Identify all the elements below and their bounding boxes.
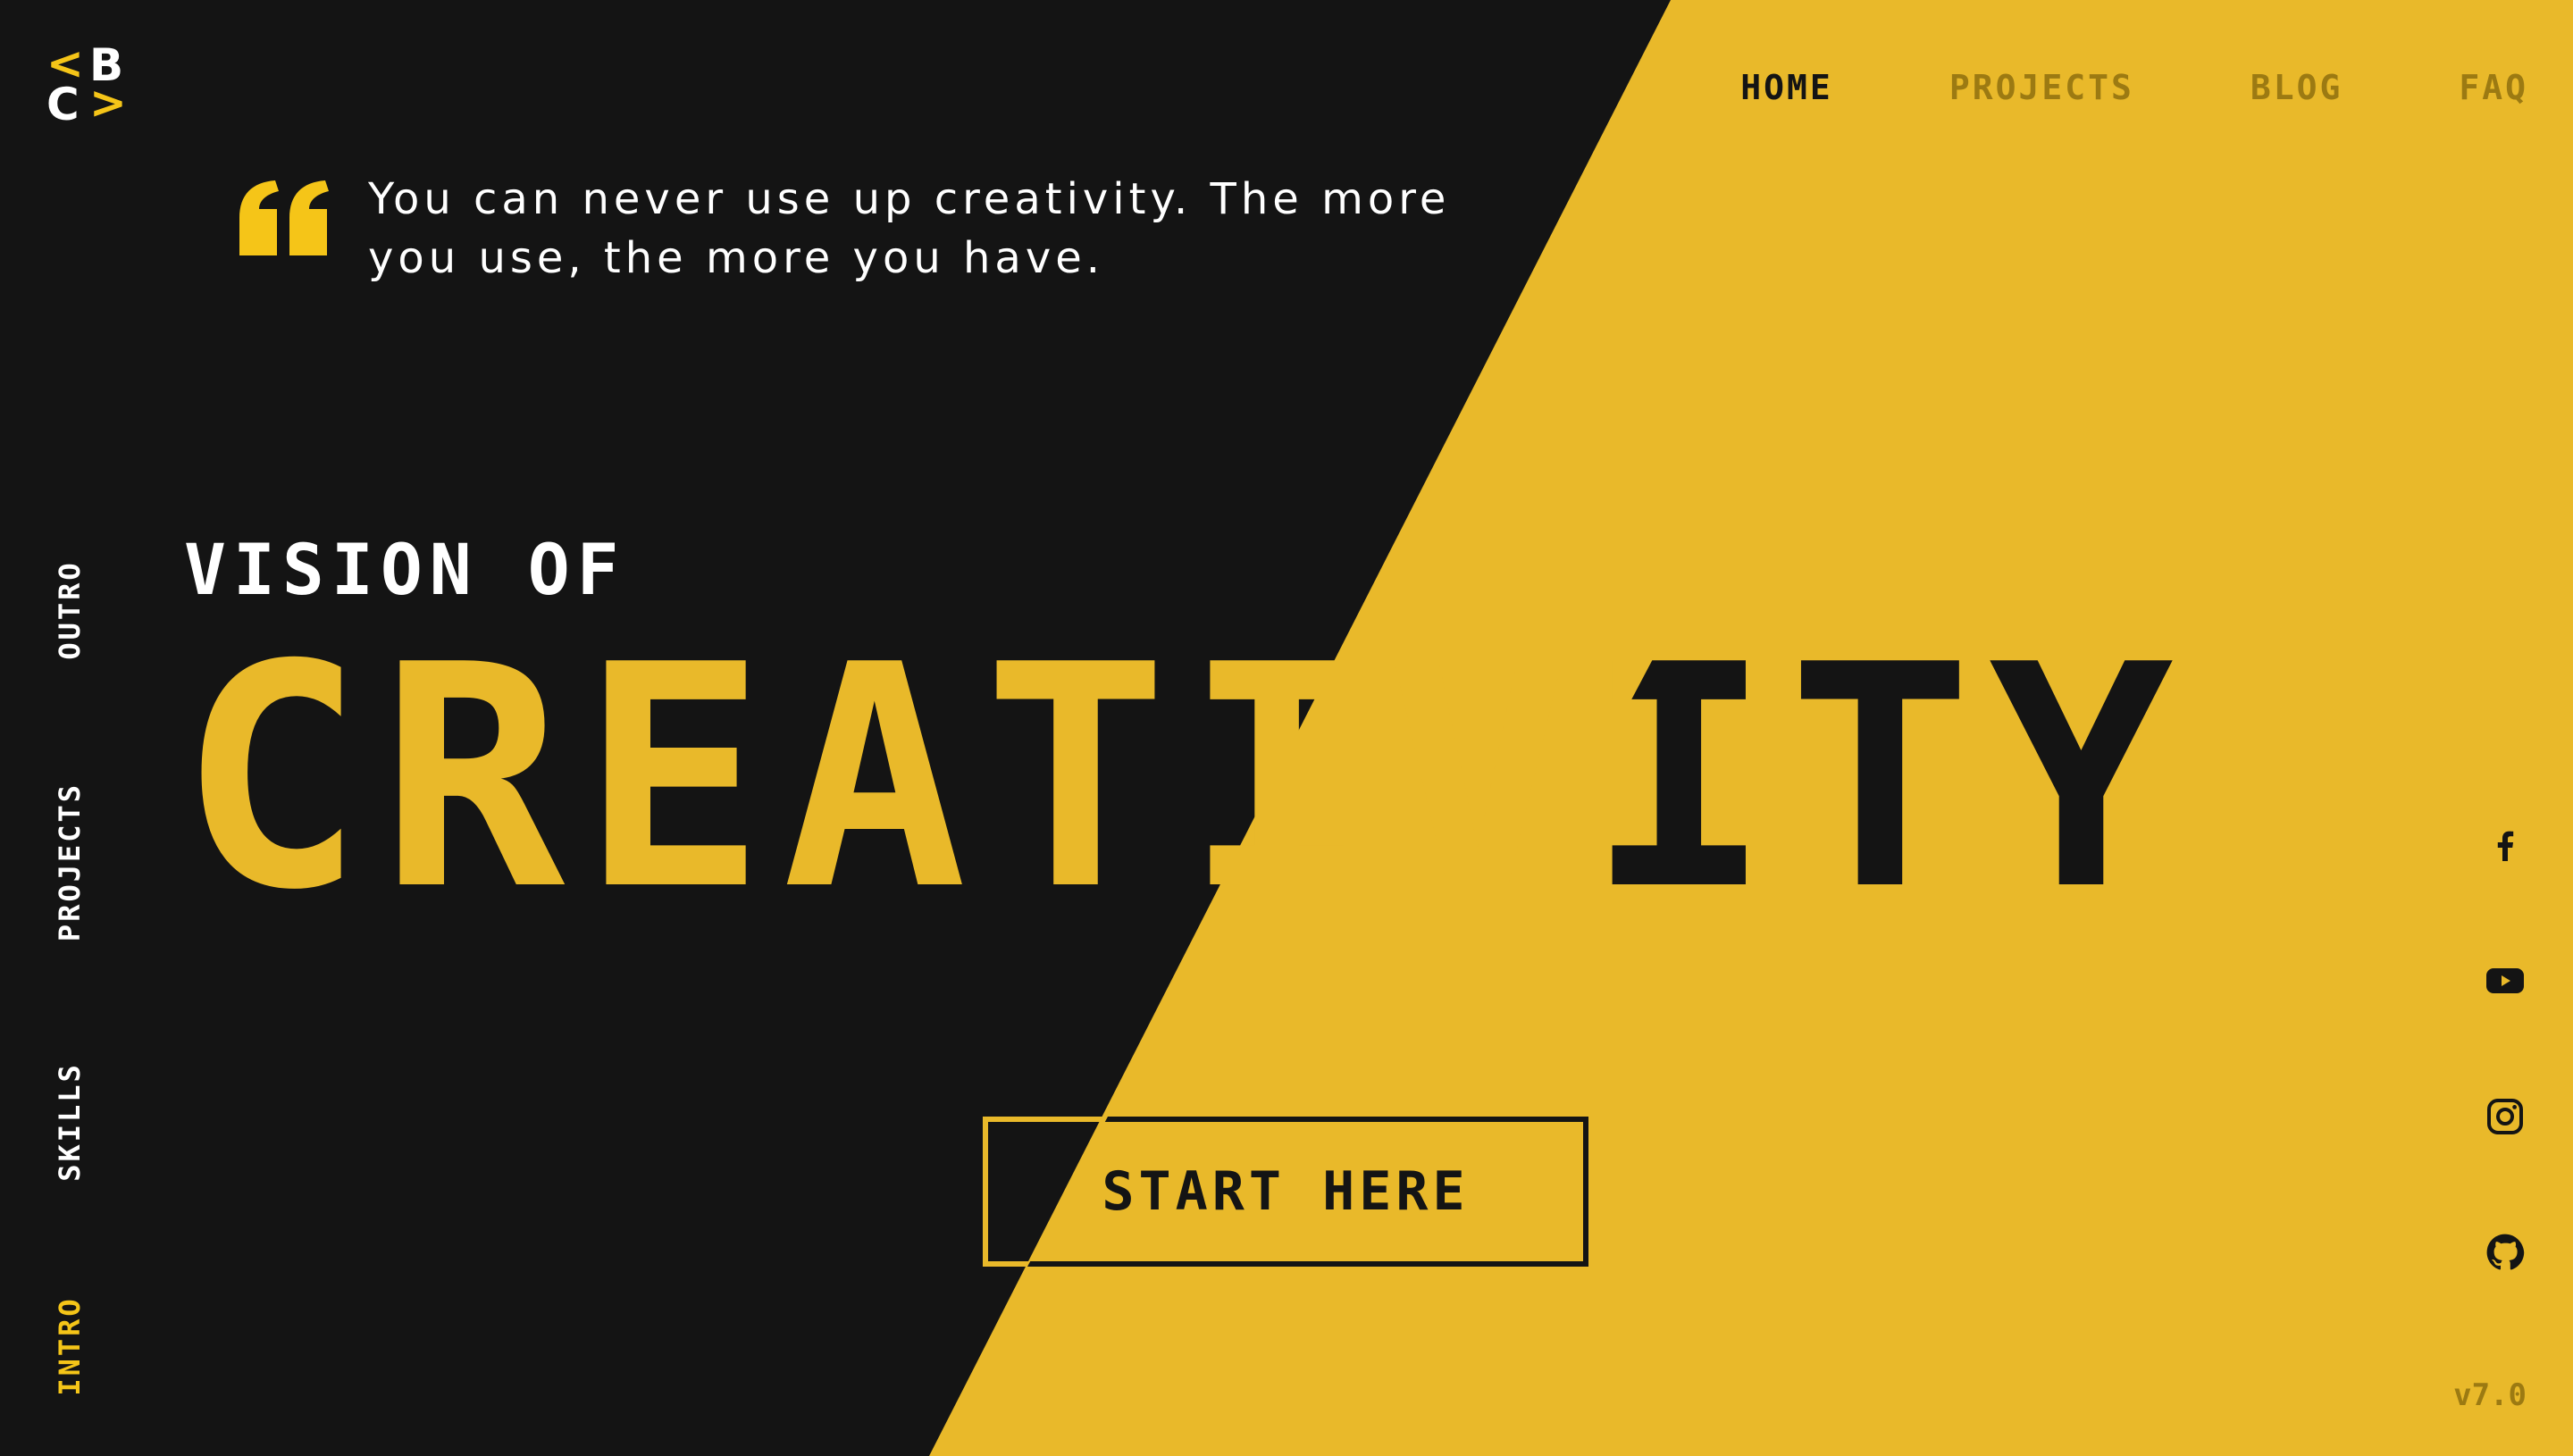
side-nav-item-projects[interactable]: PROJECTS xyxy=(53,782,87,941)
hero-kicker: VISION OF xyxy=(184,531,626,611)
facebook-icon[interactable] xyxy=(2484,824,2527,866)
logo-glyph: > xyxy=(89,77,127,129)
top-nav: HOME PROJECTS BLOG FAQ xyxy=(1740,68,2528,107)
youtube-icon[interactable] xyxy=(2484,959,2527,1002)
version-label: v7.0 xyxy=(2453,1377,2527,1413)
site-logo[interactable]: < B C > xyxy=(45,41,130,130)
nav-item-blog[interactable]: BLOG xyxy=(2250,68,2343,107)
quote-text: You can never use up creativity. The mor… xyxy=(368,174,1451,283)
nav-item-projects[interactable]: PROJECTS xyxy=(1949,68,2134,107)
nav-item-faq[interactable]: FAQ xyxy=(2459,68,2528,107)
logo-glyph: C xyxy=(46,79,80,130)
nav-item-home[interactable]: HOME xyxy=(1740,68,1833,107)
start-here-button[interactable]: START HERE xyxy=(983,1117,1588,1267)
quote-icon xyxy=(236,179,334,259)
start-here-label: START HERE xyxy=(1102,1160,1470,1223)
side-nav-item-skills[interactable]: SKILLS xyxy=(53,1062,87,1182)
side-nav-item-outro[interactable]: OUTRO xyxy=(53,560,87,659)
side-nav-item-intro[interactable]: INTRO xyxy=(53,1296,87,1395)
landing-page: < B C > HOME PROJECTS BLOG FAQ You can n… xyxy=(0,0,2573,1456)
github-icon[interactable] xyxy=(2484,1231,2527,1274)
instagram-icon[interactable] xyxy=(2484,1095,2527,1138)
